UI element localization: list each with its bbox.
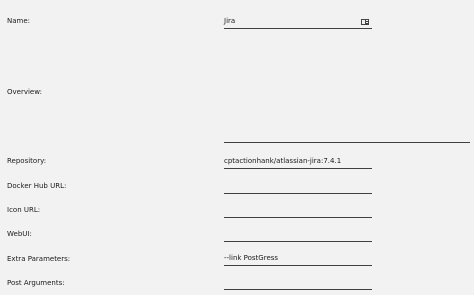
extra-parameters-label: Extra Parameters: <box>7 255 71 263</box>
icon-url-field[interactable] <box>224 206 372 218</box>
extra-parameters-field[interactable]: --link PostGress <box>224 254 372 266</box>
webui-field[interactable] <box>224 230 372 242</box>
overview-field[interactable] <box>224 131 470 143</box>
docker-hub-url-field[interactable] <box>224 182 372 194</box>
repository-value: cptactionhank/atlassian-jira:7.4.1 <box>224 157 342 165</box>
repository-field[interactable]: cptactionhank/atlassian-jira:7.4.1 <box>224 157 372 169</box>
icon-url-label: Icon URL: <box>7 206 41 214</box>
post-arguments-field[interactable] <box>224 278 372 290</box>
name-field[interactable]: Jira <box>224 17 372 29</box>
extra-parameters-value: --link PostGress <box>224 254 279 262</box>
container-template-form: Name: Jira Overview: Repository: cptacti… <box>0 0 474 295</box>
repository-label: Repository: <box>7 157 47 165</box>
docker-hub-url-label: Docker Hub URL: <box>7 182 67 190</box>
overview-label: Overview: <box>7 88 42 96</box>
webui-label: WebUI: <box>7 230 32 238</box>
contact-card-icon[interactable] <box>361 19 369 25</box>
post-arguments-label: Post Arguments: <box>7 279 65 287</box>
name-value: Jira <box>224 17 236 25</box>
name-label: Name: <box>7 17 31 25</box>
